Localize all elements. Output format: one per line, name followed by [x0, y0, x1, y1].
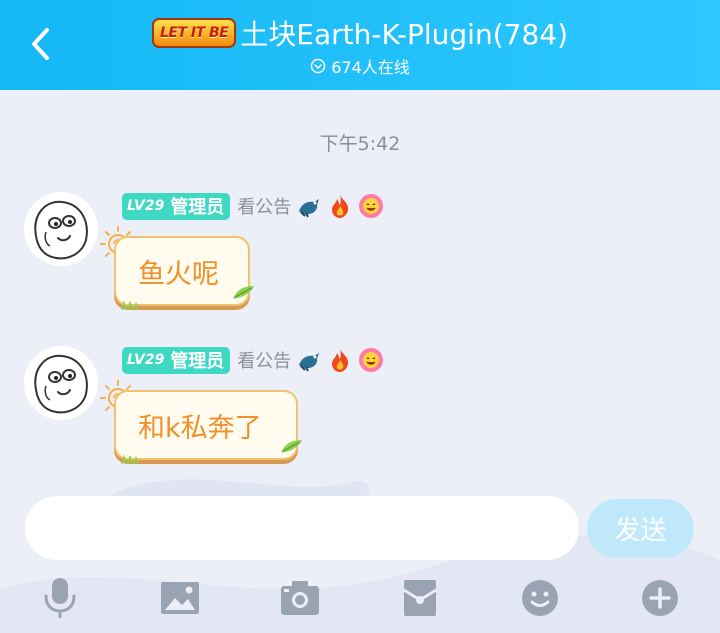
- online-check-icon: [310, 58, 326, 74]
- level-badge[interactable]: LV29 管理员: [122, 192, 231, 220]
- chat-header: LET IT BE 土块Earth-K-Plugin(784) 674人在线: [0, 0, 720, 90]
- level-badge[interactable]: LV29 管理员: [122, 346, 231, 374]
- online-count: 674人在线: [331, 58, 410, 77]
- message-bubble[interactable]: 和k私奔了: [114, 390, 298, 460]
- microphone-icon[interactable]: [36, 574, 84, 622]
- level-text: LV29: [127, 198, 165, 214]
- emoji-icon[interactable]: [516, 574, 564, 622]
- camera-icon[interactable]: [276, 574, 324, 622]
- grass-decoration-icon: [121, 454, 139, 464]
- sender-nickname[interactable]: 看公告: [237, 193, 291, 219]
- image-icon[interactable]: [156, 574, 204, 622]
- dragon-emoji-icon: [295, 347, 322, 374]
- leaf-decoration-icon: [281, 440, 302, 453]
- leaf-decoration-icon: [233, 286, 254, 299]
- send-button[interactable]: 发送: [587, 499, 694, 558]
- sender-meta: LV29 管理员 看公告: [122, 346, 384, 374]
- message-text: 和k私奔了: [138, 412, 262, 444]
- red-packet-icon[interactable]: [396, 574, 444, 622]
- avatar[interactable]: [24, 346, 98, 420]
- level-text: LV29: [127, 352, 165, 368]
- sender-meta: LV29 管理员 看公告: [122, 192, 384, 220]
- rage-face-avatar-image: [24, 192, 98, 266]
- grass-decoration-icon: [121, 300, 139, 310]
- role-text: 管理员: [170, 197, 225, 218]
- fire-emoji-icon: [326, 347, 353, 374]
- rage-face-avatar-image: [24, 346, 98, 420]
- message-item: LV29 管理员 看公告 鱼火呢: [0, 190, 720, 320]
- group-logo: LET IT BE: [152, 18, 237, 48]
- message-text: 鱼火呢: [138, 258, 219, 290]
- smile-flower-emoji-icon: [357, 347, 384, 374]
- group-title[interactable]: 土块Earth-K-Plugin(784): [240, 13, 568, 53]
- fire-emoji-icon: [326, 193, 353, 220]
- role-text: 管理员: [170, 351, 225, 372]
- sender-nickname[interactable]: 看公告: [237, 347, 291, 373]
- plus-icon[interactable]: [636, 574, 684, 622]
- dragon-emoji-icon: [295, 193, 322, 220]
- online-status[interactable]: 674人在线: [0, 55, 720, 77]
- message-bubble[interactable]: 鱼火呢: [114, 236, 250, 306]
- title-row: LET IT BE 土块Earth-K-Plugin(784): [0, 12, 720, 54]
- message-timestamp: 下午5:42: [319, 133, 401, 155]
- message-input[interactable]: [25, 496, 579, 560]
- smile-flower-emoji-icon: [357, 193, 384, 220]
- message-item: LV29 管理员 看公告 和k私奔了: [0, 344, 720, 474]
- avatar[interactable]: [24, 192, 98, 266]
